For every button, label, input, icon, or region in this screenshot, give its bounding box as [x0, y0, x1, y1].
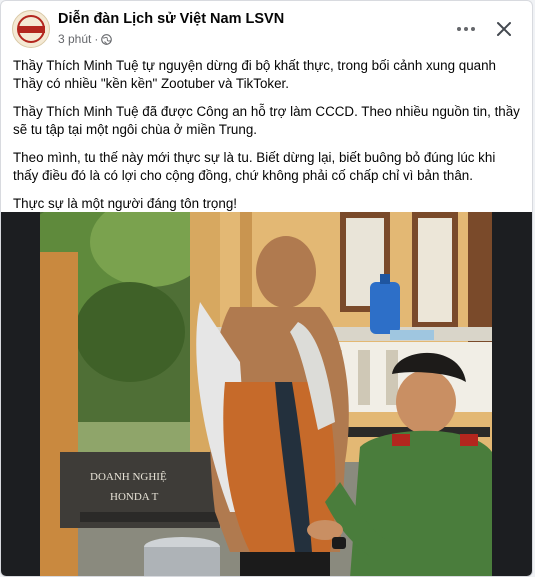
post-card: Diễn đàn Lịch sử Việt Nam LSVN 3 phút · … — [0, 0, 533, 577]
post-paragraph: Theo mình, tu thế này mới thực sự là tu.… — [13, 150, 496, 183]
post-time[interactable]: 3 phút — [58, 32, 91, 46]
sign-text-line1: DOANH NGHIỆ — [90, 471, 167, 483]
photo-letterbox-right — [492, 212, 532, 576]
post-text: Thầy Thích Minh Tuệ tự nguyện dừng đi bộ… — [13, 57, 523, 223]
more-dot — [464, 27, 468, 31]
close-icon — [497, 22, 511, 36]
photo-letterbox-left — [1, 212, 40, 576]
more-options-button[interactable] — [452, 15, 480, 43]
photo-illustration: DOANH NGHIỆ HONDA T — [40, 212, 492, 576]
post-photo[interactable]: DOANH NGHIỆ HONDA T — [40, 212, 492, 576]
close-button[interactable] — [490, 15, 518, 43]
post-meta: 3 phút · — [58, 32, 113, 46]
page-name-link[interactable]: Diễn đàn Lịch sử Việt Nam LSVN — [58, 11, 284, 27]
post-header: Diễn đàn Lịch sử Việt Nam LSVN 3 phút · — [1, 1, 532, 59]
more-dot — [471, 27, 475, 31]
avatar-logo-band — [19, 26, 45, 33]
more-dot — [457, 27, 461, 31]
meta-separator: · — [94, 32, 99, 46]
post-paragraph: Thực sự là một người đáng tôn trọng! — [13, 196, 237, 211]
sign-text-line2: HONDA T — [110, 491, 159, 503]
post-paragraph: Thầy Thích Minh Tuệ tự nguyện dừng đi bộ… — [13, 58, 496, 91]
page-avatar[interactable] — [12, 10, 50, 48]
globe-icon — [101, 33, 113, 45]
post-paragraph: Thầy Thích Minh Tuệ đã được Công an hỗ t… — [13, 104, 520, 137]
